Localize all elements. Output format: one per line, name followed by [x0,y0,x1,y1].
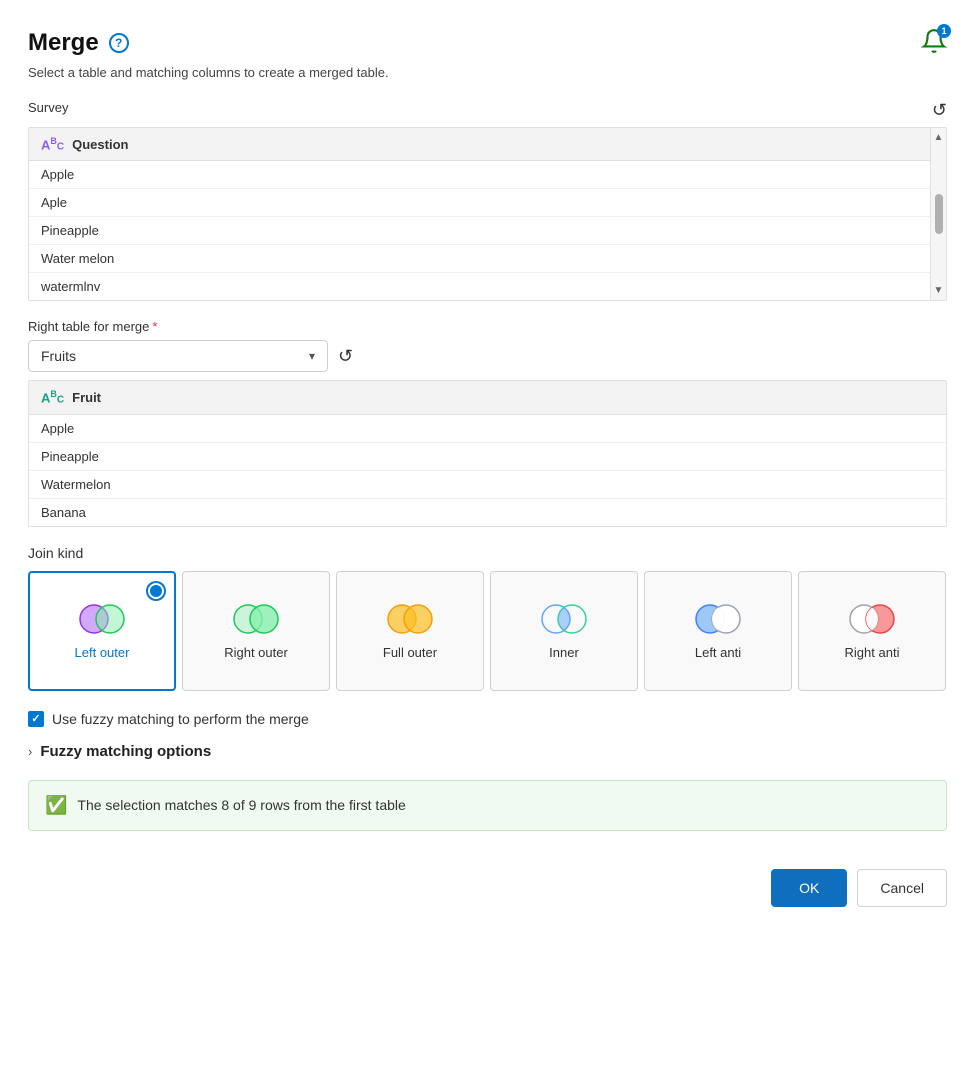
survey-col-icon: ABC [41,136,64,152]
left-anti-venn [692,601,744,637]
survey-table: ABC Question Apple Aple Pineapple Water … [28,127,947,301]
fuzzy-label: Use fuzzy matching to perform the merge [52,711,309,727]
dialog-subtitle: Select a table and matching columns to c… [28,65,947,80]
join-option-inner[interactable]: Inner [490,571,638,691]
ok-button[interactable]: OK [771,869,847,907]
table-row[interactable]: watermlnv [29,273,930,300]
fuzzy-checkbox[interactable]: ✓ [28,711,44,727]
dialog-footer: OK Cancel [28,859,947,907]
right-outer-venn [230,601,282,637]
inner-venn [538,601,590,637]
survey-table-header: ABC Question [29,128,930,161]
fruit-col-name: Fruit [72,390,101,405]
survey-table-wrapper: ABC Question Apple Aple Pineapple Water … [29,128,946,300]
table-row[interactable]: Apple [29,161,930,189]
scroll-up-arrow[interactable]: ▲ [932,130,946,145]
dropdown-value: Fruits [41,348,76,364]
fruit-col-icon: ABC [41,389,64,405]
chevron-down-icon: ▾ [309,349,315,363]
table-row[interactable]: Water melon [29,245,930,273]
fruits-table: ABC Fruit Apple Pineapple Watermelon Ban… [28,380,947,526]
page-title: Merge [28,29,99,57]
join-option-full-outer[interactable]: Full outer [336,571,484,691]
join-kind-label: Join kind [28,545,947,561]
right-table-dropdown-row: Fruits ▾ ↺ [28,340,947,372]
fuzzy-matching-row: ✓ Use fuzzy matching to perform the merg… [28,711,947,727]
list-item[interactable]: Pineapple [29,443,946,471]
selected-indicator [148,583,164,599]
fuzzy-options-row[interactable]: › Fuzzy matching options [28,743,947,760]
list-item[interactable]: Banana [29,499,946,526]
status-text: The selection matches 8 of 9 rows from t… [77,797,405,813]
survey-table-content: ABC Question Apple Aple Pineapple Water … [29,128,930,300]
help-icon[interactable]: ? [109,33,129,53]
join-option-right-anti[interactable]: Right anti [798,571,946,691]
right-table-refresh-icon[interactable]: ↺ [338,346,353,367]
join-options: Left outer Right outer Full outer [28,571,947,691]
cancel-button[interactable]: Cancel [857,869,947,907]
fruit-table-header: ABC Fruit [29,381,946,414]
survey-refresh-icon[interactable]: ↺ [932,100,947,121]
checkbox-check-icon: ✓ [31,712,40,725]
table-row[interactable]: Aple [29,189,930,217]
right-table-label: Right table for merge* [28,319,947,334]
list-item[interactable]: Watermelon [29,471,946,499]
status-message: ✅ The selection matches 8 of 9 rows from… [28,780,947,831]
table-row[interactable]: Pineapple [29,217,930,245]
list-item[interactable]: Apple [29,415,946,443]
right-table-section: Right table for merge* Fruits ▾ ↺ ABC Fr… [28,319,947,526]
join-option-label: Left anti [695,645,741,660]
survey-col-name: Question [72,137,128,152]
survey-label: Survey [28,100,68,115]
notification-icon[interactable]: 1 [921,28,947,57]
join-option-label: Right anti [845,645,900,660]
join-option-right-outer[interactable]: Right outer [182,571,330,691]
survey-scrollbar[interactable]: ▲ ▼ [930,128,946,300]
join-option-label: Right outer [224,645,288,660]
right-table-dropdown[interactable]: Fruits ▾ [28,340,328,372]
dialog-header: Merge ? 1 [28,28,947,57]
scroll-thumb[interactable] [935,194,943,234]
merge-dialog: Merge ? 1 Select a table and matching co… [0,0,975,1090]
status-check-icon: ✅ [45,795,67,816]
survey-section-header: Survey ↺ [28,100,947,121]
chevron-right-icon: › [28,744,32,759]
full-outer-venn [384,601,436,637]
right-anti-venn [846,601,898,637]
fuzzy-options-label: Fuzzy matching options [40,743,211,760]
join-option-label: Full outer [383,645,437,660]
join-option-left-anti[interactable]: Left anti [644,571,792,691]
title-group: Merge ? [28,29,129,57]
notification-badge: 1 [937,24,951,38]
join-option-label: Inner [549,645,579,660]
scroll-down-arrow[interactable]: ▼ [932,283,946,298]
left-outer-venn [76,601,128,637]
join-option-left-outer[interactable]: Left outer [28,571,176,691]
required-star: * [152,319,157,334]
join-option-label: Left outer [75,645,130,660]
